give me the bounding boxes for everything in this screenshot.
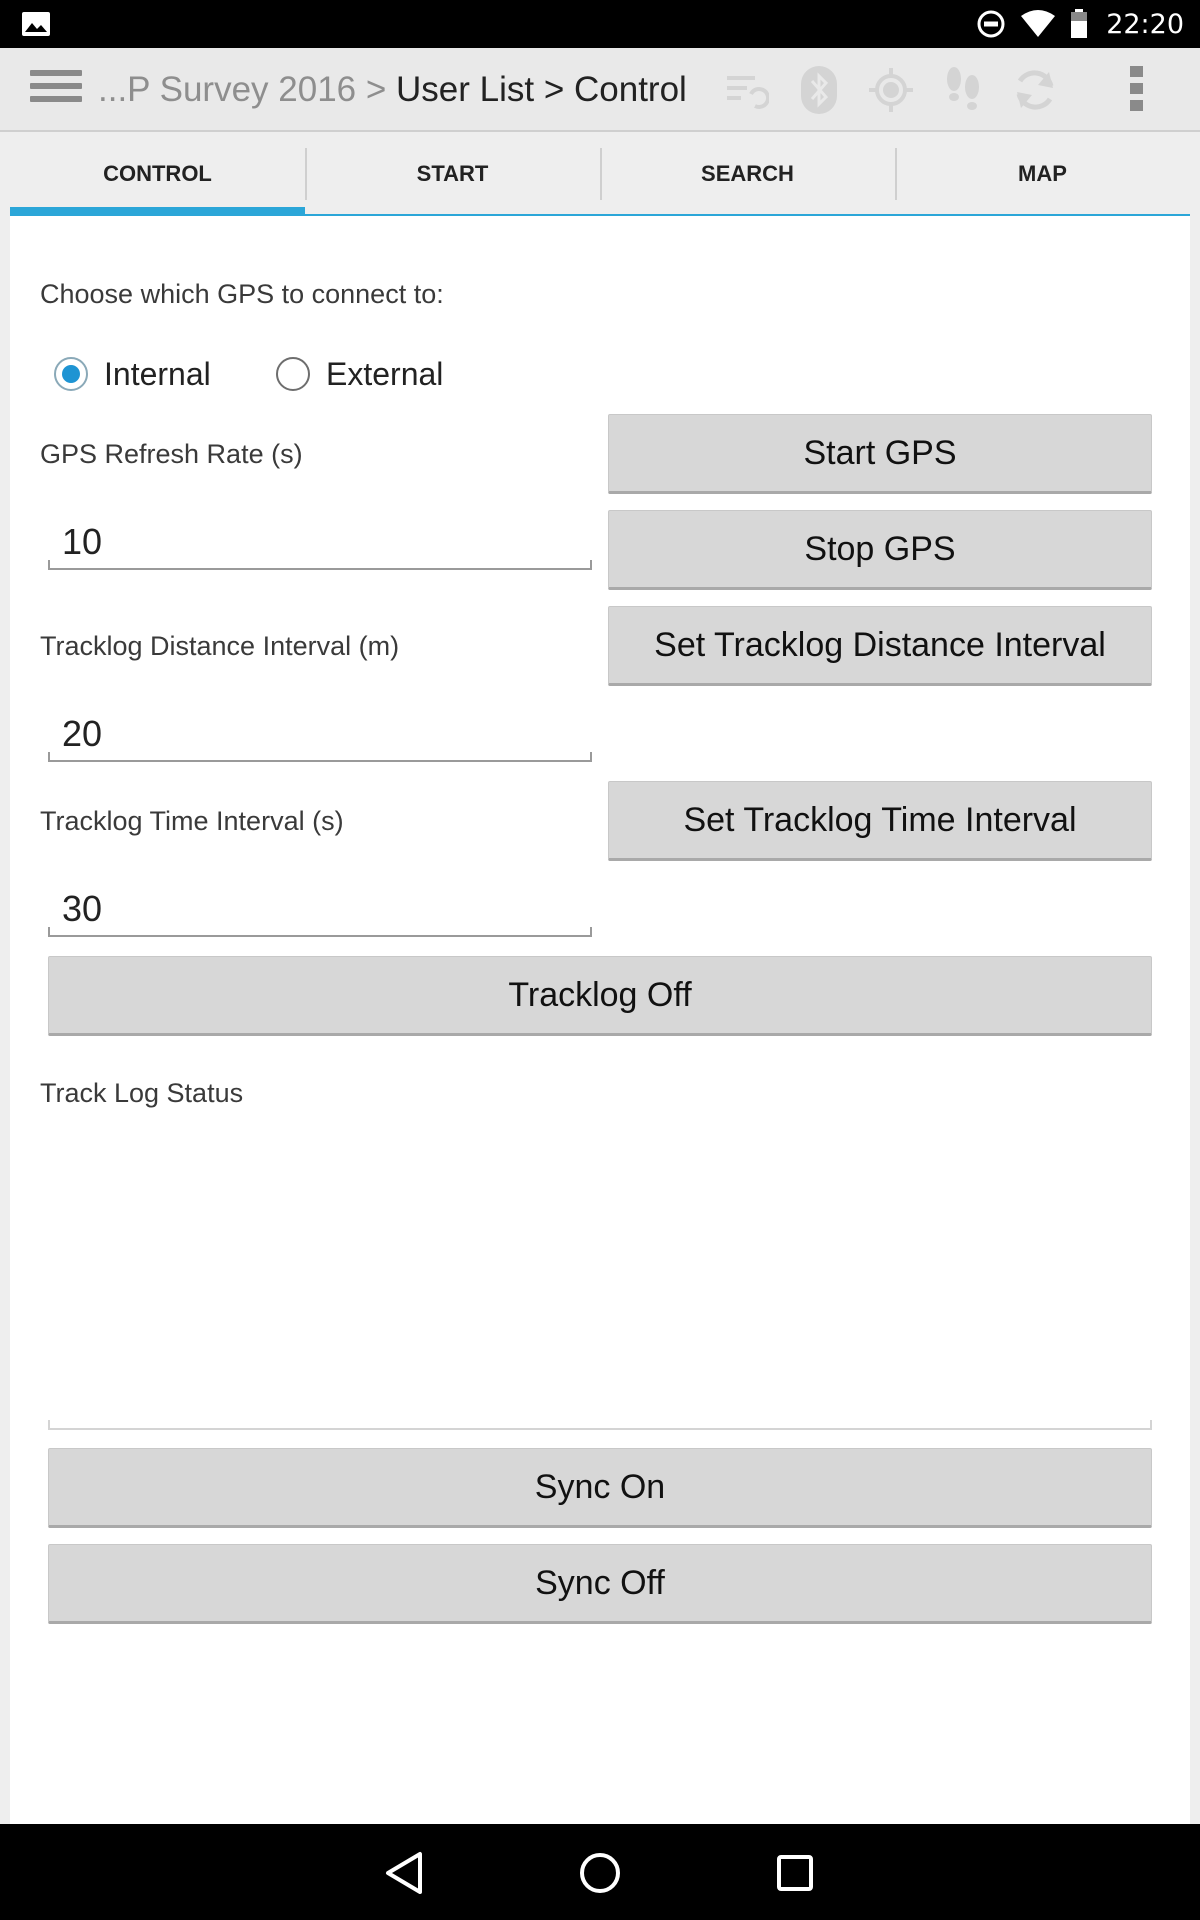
app-screen: 22:20 ...P Survey 2016 > User List > Con…: [0, 0, 1200, 1920]
radio-internal-label: Internal: [104, 355, 211, 392]
home-icon[interactable]: [575, 1848, 625, 1898]
distance-interval-input[interactable]: [62, 710, 562, 758]
do-not-disturb-icon: [977, 10, 1005, 38]
tracklog-toggle-button[interactable]: Tracklog Off: [48, 956, 1152, 1036]
action-bar: ...P Survey 2016 > User List > Control: [0, 48, 1200, 132]
recents-icon[interactable]: [770, 1848, 820, 1898]
battery-icon: [1071, 9, 1088, 38]
gps-target-icon[interactable]: [866, 64, 916, 116]
wifi-icon: [1021, 10, 1056, 37]
set-distance-interval-button[interactable]: Set Tracklog Distance Interval: [608, 606, 1152, 686]
start-gps-button[interactable]: Start GPS: [608, 414, 1152, 494]
action-icons: [722, 64, 1060, 116]
radio-internal-button[interactable]: [54, 357, 88, 391]
drawer-menu-icon[interactable]: [30, 70, 82, 110]
tab-map[interactable]: MAP: [895, 148, 1190, 216]
refresh-rate-label: GPS Refresh Rate (s): [40, 439, 303, 469]
back-icon[interactable]: [380, 1848, 430, 1898]
sync-list-icon[interactable]: [722, 64, 772, 116]
navigation-bar: [0, 1824, 1200, 1920]
track-log-status-field[interactable]: [48, 1130, 1152, 1430]
tab-label: START: [416, 161, 489, 186]
radio-external-button[interactable]: [276, 357, 310, 391]
footprints-icon[interactable]: [938, 64, 988, 116]
tab-label: CONTROL: [103, 161, 212, 186]
radio-external-label: External: [326, 355, 444, 392]
page-title: User List > Control: [396, 70, 687, 109]
track-log-status-label: Track Log Status: [40, 1078, 244, 1108]
stop-gps-button[interactable]: Stop GPS: [608, 510, 1152, 590]
tab-bar: CONTROL START SEARCH MAP: [10, 148, 1190, 216]
status-bar: 22:20: [0, 0, 1200, 48]
image-notification-icon: [22, 12, 50, 36]
clock: 22:20: [1106, 8, 1184, 40]
breadcrumb: ...P Survey 2016 > User List > Control: [98, 48, 687, 132]
time-interval-label: Tracklog Time Interval (s): [40, 806, 344, 836]
time-interval-field[interactable]: [48, 885, 592, 937]
tab-search[interactable]: SEARCH: [600, 148, 895, 216]
gps-choice-prompt: Choose which GPS to connect to:: [40, 279, 444, 309]
status-icons: 22:20: [976, 0, 1184, 48]
sync-off-button[interactable]: Sync Off: [48, 1544, 1152, 1624]
set-time-interval-button[interactable]: Set Tracklog Time Interval: [608, 781, 1152, 861]
tab-control[interactable]: CONTROL: [10, 148, 305, 216]
radio-external[interactable]: External: [276, 352, 443, 396]
time-interval-input[interactable]: [62, 885, 562, 933]
bluetooth-icon[interactable]: [794, 64, 844, 116]
breadcrumb-parent[interactable]: ...P Survey 2016 >: [98, 70, 396, 109]
distance-interval-label: Tracklog Distance Interval (m): [40, 631, 400, 661]
refresh-icon[interactable]: [1010, 64, 1060, 116]
tab-start[interactable]: START: [305, 148, 600, 216]
tab-label: MAP: [1018, 161, 1067, 186]
sync-on-button[interactable]: Sync On: [48, 1448, 1152, 1528]
refresh-rate-input[interactable]: [62, 518, 562, 566]
radio-internal[interactable]: Internal: [54, 352, 211, 396]
overflow-menu-icon[interactable]: [1122, 66, 1150, 116]
tab-label: SEARCH: [701, 161, 794, 186]
refresh-rate-field[interactable]: [48, 518, 592, 570]
distance-interval-field[interactable]: [48, 710, 592, 762]
tab-indicator: [10, 207, 305, 216]
